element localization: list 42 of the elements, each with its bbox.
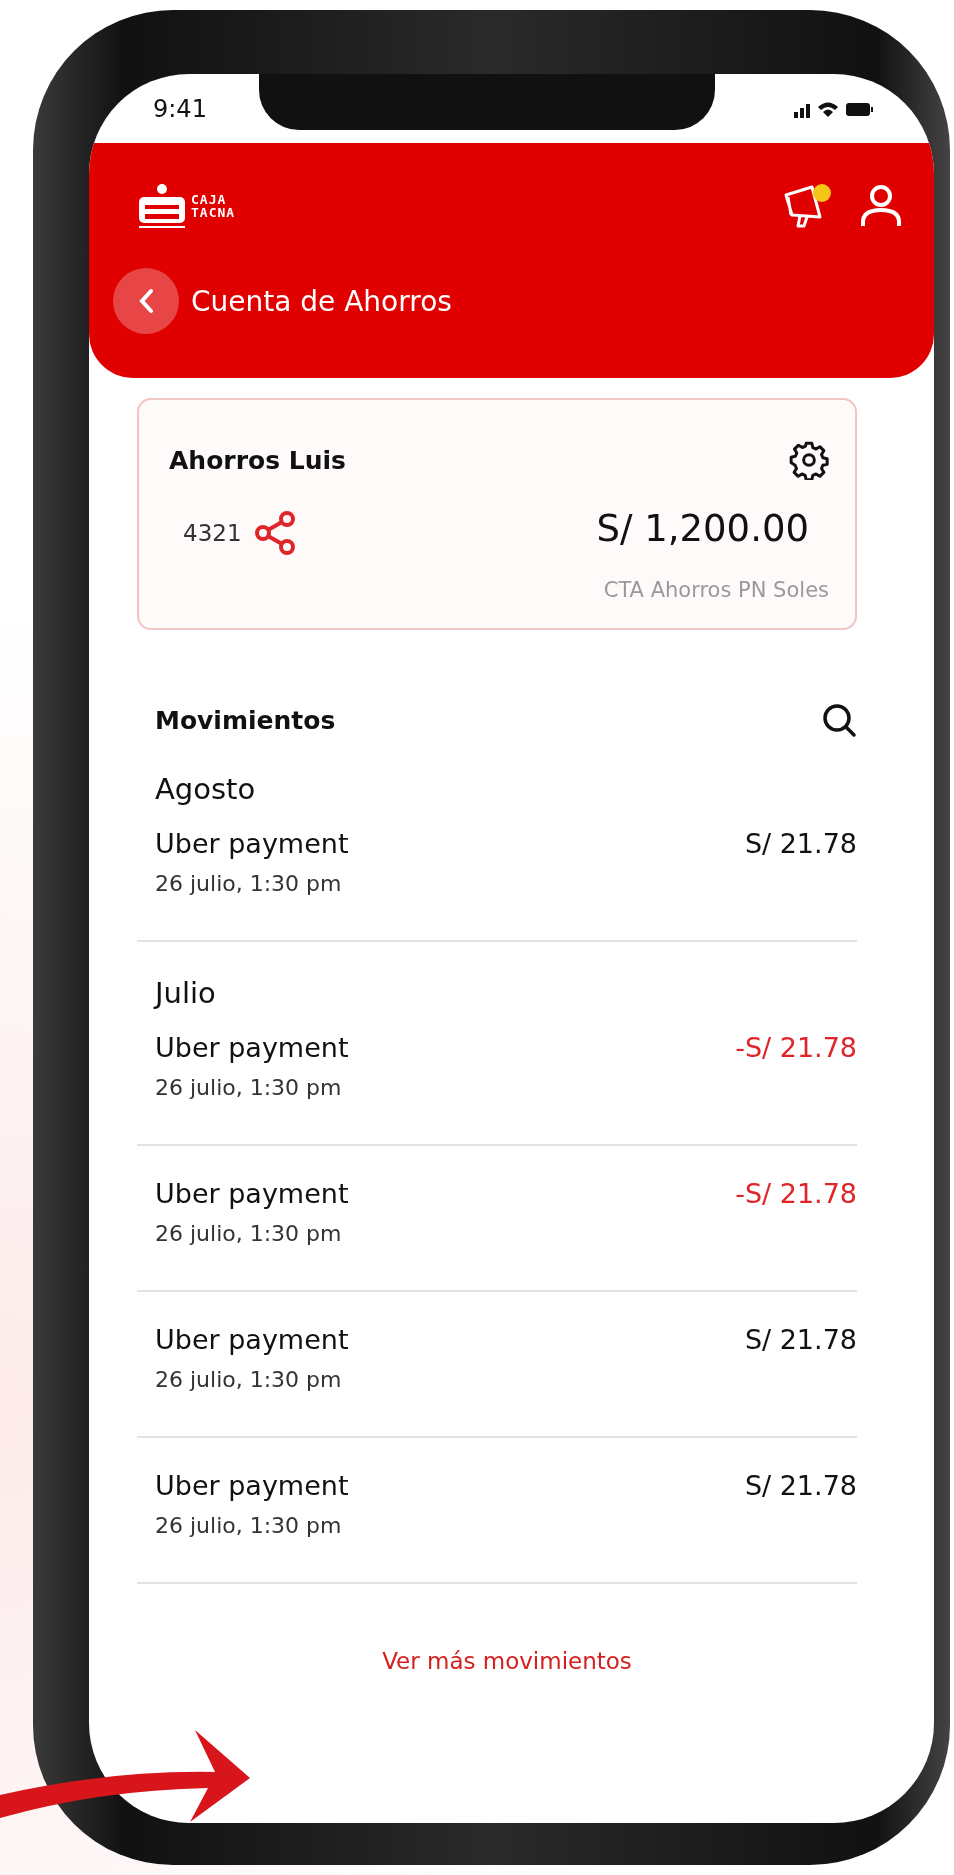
user-icon[interactable] bbox=[860, 183, 902, 228]
chevron-left-icon bbox=[138, 288, 154, 314]
logo-icon bbox=[137, 182, 187, 229]
movement-date: 26 julio, 1:30 pm bbox=[155, 1221, 343, 1246]
movement-description: Uber payment bbox=[155, 1324, 349, 1355]
movement-date: 26 julio, 1:30 pm bbox=[155, 1513, 343, 1538]
movement-row[interactable]: Uber payment 26 julio, 1:30 pm -S/ 21.78 bbox=[137, 1178, 857, 1292]
search-icon[interactable] bbox=[821, 702, 857, 738]
share-icon[interactable] bbox=[253, 510, 298, 556]
account-number: 4321 bbox=[183, 520, 242, 546]
more-movements-link[interactable]: Ver más movimientos bbox=[382, 1648, 632, 1674]
movement-date: 26 julio, 1:30 pm bbox=[155, 871, 343, 896]
movement-description: Uber payment bbox=[155, 1032, 349, 1063]
movement-description: Uber payment bbox=[155, 1178, 349, 1209]
megaphone-icon[interactable] bbox=[782, 182, 834, 229]
product-name: CTA Ahorros PN Soles bbox=[603, 578, 829, 602]
month-heading: Agosto bbox=[154, 772, 257, 806]
movement-description: Uber payment bbox=[155, 828, 349, 859]
account-balance: S/ 1,200.00 bbox=[596, 506, 810, 550]
movement-row[interactable]: Uber payment 26 julio, 1:30 pm S/ 21.78 bbox=[137, 1470, 857, 1584]
movement-amount: S/ 21.78 bbox=[744, 1324, 857, 1357]
movement-amount: -S/ 21.78 bbox=[735, 1032, 857, 1065]
section-title: Movimientos bbox=[155, 705, 336, 735]
movement-amount: S/ 21.78 bbox=[744, 828, 857, 861]
movement-row[interactable]: Uber payment 26 julio, 1:30 pm -S/ 21.78 bbox=[137, 1032, 857, 1146]
month-heading: Julio bbox=[152, 976, 217, 1010]
status-time: 9:41 bbox=[153, 94, 207, 123]
movement-amount: S/ 21.78 bbox=[744, 1470, 857, 1503]
movement-description: Uber payment bbox=[155, 1470, 349, 1501]
movement-date: 26 julio, 1:30 pm bbox=[155, 1075, 343, 1100]
account-name: Ahorros Luis bbox=[169, 445, 346, 475]
settings-icon[interactable] bbox=[789, 440, 829, 480]
screen-title: Cuenta de Ahorros bbox=[191, 284, 452, 318]
account-card[interactable]: Ahorros Luis 4321 S/ 1,200.00 CTA Ahorros PN Soles bbox=[137, 398, 857, 630]
movement-row[interactable]: Uber payment 26 julio, 1:30 pm S/ 21.78 bbox=[137, 828, 857, 942]
movement-amount: -S/ 21.78 bbox=[735, 1178, 857, 1211]
battery-icon bbox=[846, 102, 873, 116]
movement-row[interactable]: Uber payment 26 julio, 1:30 pm S/ 21.78 bbox=[137, 1324, 857, 1438]
logo-text: CAJA TACNA bbox=[191, 192, 236, 219]
movement-date: 26 julio, 1:30 pm bbox=[155, 1367, 343, 1392]
wifi-icon bbox=[818, 102, 838, 117]
signal-icon bbox=[794, 103, 810, 118]
